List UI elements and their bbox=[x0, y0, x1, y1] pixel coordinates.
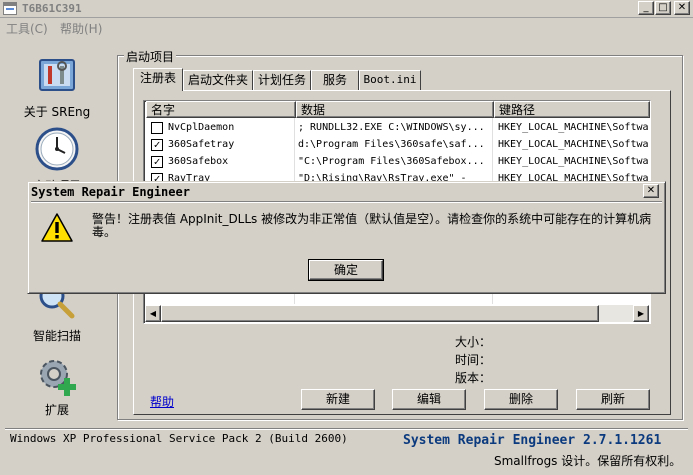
edit-button[interactable]: 编辑 bbox=[392, 389, 466, 410]
row-name: 360Safebox bbox=[168, 156, 229, 167]
menu-tools[interactable]: 工具(C) bbox=[6, 20, 48, 37]
refresh-button[interactable]: 刷新 bbox=[576, 389, 650, 410]
scroll-right-button[interactable]: ▶ bbox=[633, 305, 649, 322]
copyright-text: Smallfrogs 设计。保留所有权利。 bbox=[494, 454, 682, 468]
size-label: 大小： bbox=[455, 335, 492, 349]
app-icon bbox=[3, 2, 17, 15]
sidebar-item-about[interactable]: 关于 SREng bbox=[17, 52, 97, 120]
ok-button[interactable]: 确定 bbox=[308, 259, 384, 281]
row-checkbox[interactable] bbox=[151, 122, 163, 134]
maximize-button[interactable]: □ bbox=[655, 1, 671, 15]
row-data: ; RUNDLL32.EXE C:\WINDOWS\sy... bbox=[298, 122, 485, 133]
close-icon: ✕ bbox=[677, 2, 687, 13]
sidebar-item-label: 关于 SREng bbox=[23, 105, 91, 119]
sidebar-item-extend[interactable]: 扩展 bbox=[17, 354, 97, 418]
time-label: 时间： bbox=[455, 353, 492, 367]
row-name: NvCplDaemon bbox=[168, 122, 235, 133]
clock-icon bbox=[35, 127, 79, 171]
menu-help[interactable]: 帮助(H) bbox=[60, 20, 102, 37]
row-data: "C:\Program Files\360Safebox... bbox=[298, 156, 485, 167]
row-name: 360Safetray bbox=[168, 139, 235, 150]
tab-scheduled-tasks[interactable]: 计划任务 bbox=[253, 70, 311, 90]
column-header-name[interactable]: 名字 bbox=[146, 101, 296, 118]
row-key: HKEY_LOCAL_MACHINE\Softwa bbox=[498, 139, 649, 150]
tab-startup-folder[interactable]: 启动文件夹 bbox=[183, 70, 253, 90]
close-button[interactable]: ✕ bbox=[674, 1, 690, 15]
arrow-right-icon: ▶ bbox=[637, 309, 645, 318]
table-row[interactable]: NvCplDaemon ; RUNDLL32.EXE C:\WINDOWS\sy… bbox=[146, 119, 650, 136]
row-data: d:\Program Files\360safe\saf... bbox=[298, 139, 485, 150]
close-icon: ✕ bbox=[646, 185, 656, 196]
maximize-icon: □ bbox=[658, 2, 668, 13]
delete-button[interactable]: 删除 bbox=[484, 389, 558, 410]
minimize-button[interactable]: _ bbox=[638, 1, 654, 15]
table-row[interactable]: ✓ 360Safetray d:\Program Files\360safe\s… bbox=[146, 136, 650, 153]
warning-dialog: System Repair Engineer ✕ 警告！注册表值 AppInit… bbox=[27, 181, 666, 294]
column-header-data[interactable]: 数据 bbox=[296, 101, 494, 118]
dialog-close-button[interactable]: ✕ bbox=[643, 184, 659, 198]
arrow-left-icon: ◀ bbox=[149, 309, 157, 318]
status-divider bbox=[5, 428, 688, 430]
scroll-thumb[interactable] bbox=[161, 305, 599, 322]
sidebar-item-label: 扩展 bbox=[44, 403, 69, 417]
row-key: HKEY_LOCAL_MACHINE\Softwa bbox=[498, 122, 649, 133]
window-title: T6B61C391 bbox=[22, 2, 82, 15]
dialog-title-divider bbox=[31, 201, 662, 203]
row-checkbox[interactable]: ✓ bbox=[151, 139, 163, 151]
version-label: 版本： bbox=[455, 371, 492, 385]
warning-icon bbox=[41, 213, 73, 242]
horizontal-scrollbar[interactable]: ◀ ▶ bbox=[145, 305, 649, 322]
dialog-message: 警告！注册表值 AppInit_DLLs 被修改为非正常值（默认值是空）。请检查… bbox=[92, 212, 652, 239]
groupbox-title: 启动项目 bbox=[124, 48, 177, 65]
sidebar-item-label: 智能扫描 bbox=[32, 329, 81, 343]
help-link[interactable]: 帮助 bbox=[150, 393, 174, 410]
os-info: Windows XP Professional Service Pack 2 (… bbox=[10, 432, 348, 445]
toolbox-icon bbox=[39, 59, 75, 91]
tab-registry[interactable]: 注册表 bbox=[133, 68, 183, 91]
gear-plus-icon bbox=[40, 360, 76, 396]
new-button[interactable]: 新建 bbox=[301, 389, 375, 410]
row-key: HKEY_LOCAL_MACHINE\Softwa bbox=[498, 156, 649, 167]
minimize-icon: _ bbox=[643, 2, 649, 13]
tab-services[interactable]: 服务 bbox=[311, 70, 359, 90]
row-checkbox[interactable]: ✓ bbox=[151, 156, 163, 168]
dialog-title: System Repair Engineer bbox=[31, 185, 190, 199]
app-version: System Repair Engineer 2.7.1.1261 bbox=[403, 433, 662, 448]
menu-bar: 工具(C) 帮助(H) bbox=[0, 19, 693, 37]
table-row[interactable]: ✓ 360Safebox "C:\Program Files\360Safebo… bbox=[146, 153, 650, 170]
column-header-key[interactable]: 键路径 bbox=[494, 101, 650, 118]
title-bar: T6B61C391 _ □ ✕ bbox=[0, 0, 693, 18]
scroll-left-button[interactable]: ◀ bbox=[145, 305, 161, 322]
tab-boot-ini[interactable]: Boot.ini bbox=[359, 70, 421, 90]
